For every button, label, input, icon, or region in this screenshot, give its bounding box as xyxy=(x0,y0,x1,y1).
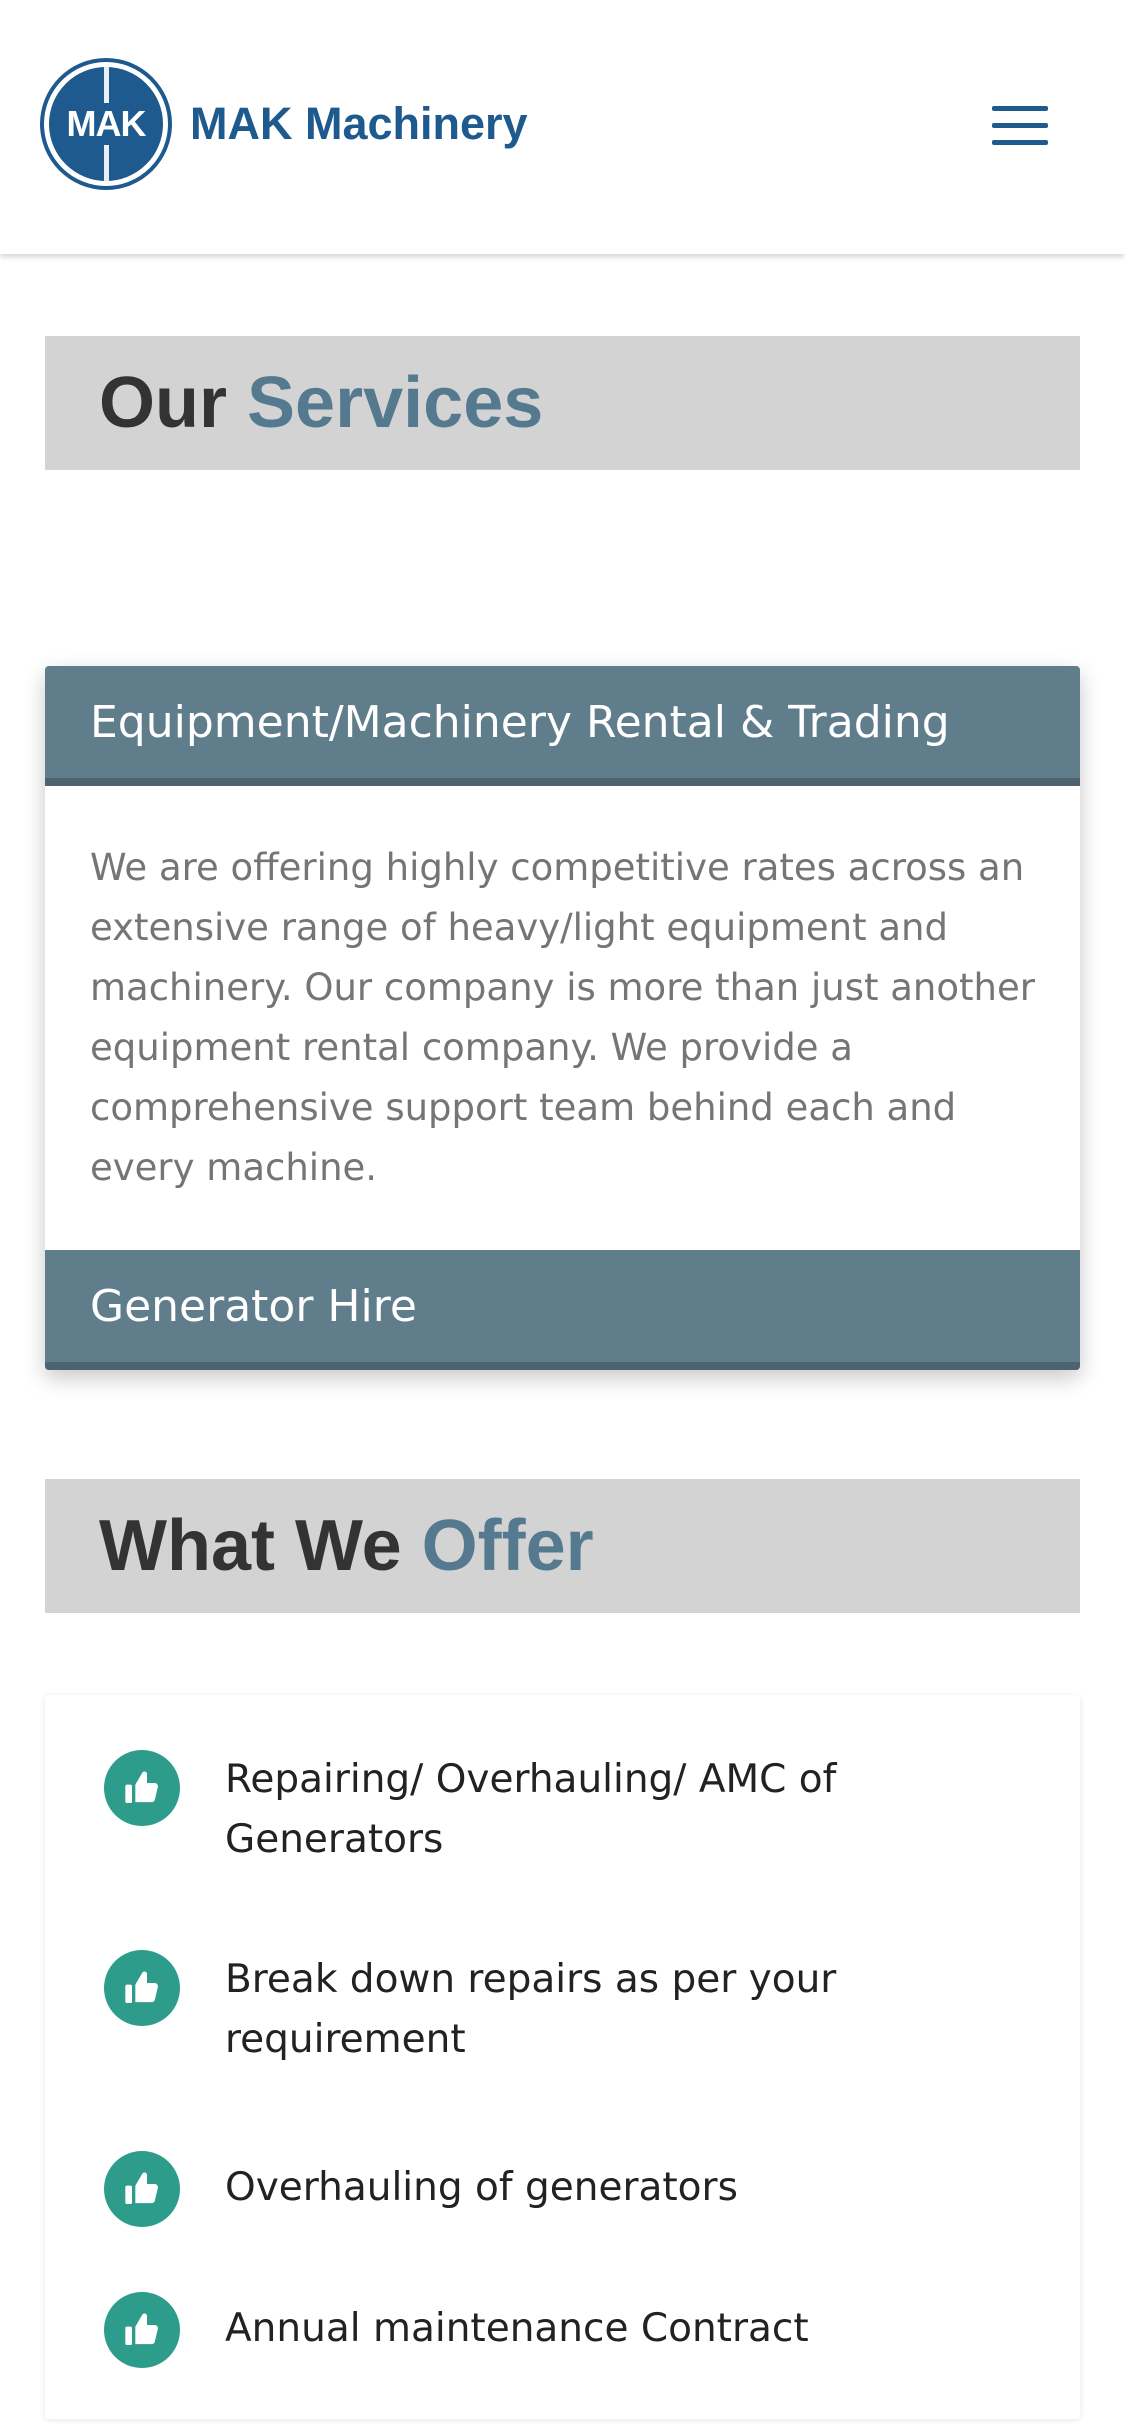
offer-heading-accent: Offer xyxy=(421,1506,594,1586)
offer-item-text: Overhauling of generators xyxy=(225,2165,738,2210)
brand-name: MAK Machinery xyxy=(190,98,528,149)
offer-heading: What We Offer xyxy=(45,1479,1080,1613)
accordion-panel-equipment-rental: We are offering highly competitive rates… xyxy=(45,786,1080,1250)
offer-item-text: Repairing/ Overhauling/ AMC of Generator… xyxy=(225,1757,837,1862)
logo-mark-text: MAK xyxy=(64,103,148,145)
offer-item-text: Break down repairs as per your requireme… xyxy=(225,1957,837,2062)
mak-logo-icon: MAK xyxy=(44,62,168,186)
brand-logo-link[interactable]: MAK MAK Machinery xyxy=(44,62,528,186)
site-header: MAK MAK Machinery xyxy=(0,0,1125,254)
services-heading-accent: Services xyxy=(247,363,544,443)
accordion-header-generator-hire[interactable]: Generator Hire xyxy=(45,1250,1080,1370)
menu-bar-line xyxy=(992,140,1048,145)
hamburger-menu-icon[interactable] xyxy=(980,100,1060,154)
accordion-header-equipment-rental[interactable]: Equipment/Machinery Rental & Trading xyxy=(45,666,1080,786)
thumbs-up-icon xyxy=(104,2292,180,2368)
thumbs-up-icon xyxy=(104,1950,180,2026)
services-accordion: Equipment/Machinery Rental & Trading We … xyxy=(45,666,1080,1370)
services-heading-dark: Our xyxy=(99,363,228,443)
menu-bar-line xyxy=(992,106,1048,111)
accordion-header-label: Equipment/Machinery Rental & Trading xyxy=(90,696,950,748)
thumbs-up-icon xyxy=(104,1750,180,1826)
accordion-panel-text: We are offering highly competitive rates… xyxy=(90,846,1035,1189)
accordion-header-label: Generator Hire xyxy=(90,1280,417,1332)
services-heading: Our Services xyxy=(45,336,1080,470)
offer-item-text: Annual maintenance Contract xyxy=(225,2306,809,2351)
offer-list-card: Repairing/ Overhauling/ AMC of Generator… xyxy=(45,1695,1080,2419)
menu-bar-line xyxy=(992,123,1048,128)
thumbs-up-icon xyxy=(104,2151,180,2227)
offer-heading-dark: What We xyxy=(99,1506,402,1586)
